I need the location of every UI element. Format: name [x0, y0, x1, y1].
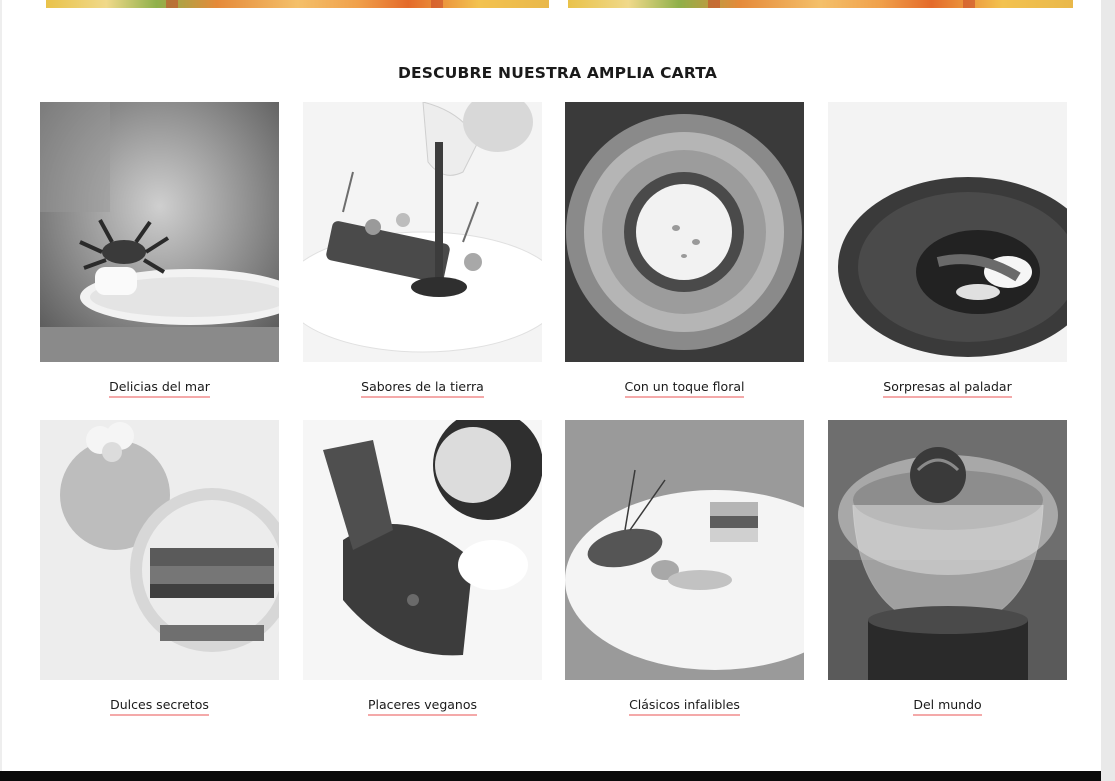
- category-card-delicias-del-mar[interactable]: Delicias del mar: [40, 102, 279, 398]
- scrollbar[interactable]: [1101, 0, 1115, 781]
- section-title: DESCUBRE NUESTRA AMPLIA CARTA: [397, 64, 718, 82]
- glass-bowl-photo[interactable]: [828, 420, 1067, 680]
- category-link[interactable]: Dulces secretos: [110, 697, 209, 716]
- category-link[interactable]: Con un toque floral: [624, 379, 745, 398]
- plated-meat-photo[interactable]: [565, 420, 804, 680]
- category-card-clasicos-infalibles[interactable]: Clásicos infalibles: [565, 420, 804, 716]
- category-card-dulces-secretos[interactable]: Dulces secretos: [40, 420, 279, 716]
- category-card-sabores-de-la-tierra[interactable]: Sabores de la tierra: [303, 102, 542, 398]
- chocolate-shell-photo[interactable]: [303, 420, 542, 680]
- footer-bar: [0, 771, 1101, 781]
- bowl-photo[interactable]: [828, 102, 1067, 362]
- sauce-pour-photo[interactable]: [303, 102, 542, 362]
- banner-image-right[interactable]: [568, 0, 1073, 8]
- category-card-del-mundo[interactable]: Del mundo: [828, 420, 1067, 716]
- category-link[interactable]: Clásicos infalibles: [629, 697, 740, 716]
- banner-image-left[interactable]: [46, 0, 549, 8]
- crab-dish-photo[interactable]: [40, 102, 279, 362]
- sunflower-photo[interactable]: [565, 102, 804, 362]
- dessert-spheres-photo[interactable]: [40, 420, 279, 680]
- category-card-sorpresas-al-paladar[interactable]: Sorpresas al paladar: [828, 102, 1067, 398]
- category-card-placeres-veganos[interactable]: Placeres veganos: [303, 420, 542, 716]
- category-link[interactable]: Sorpresas al paladar: [883, 379, 1012, 398]
- category-link[interactable]: Del mundo: [913, 697, 982, 716]
- category-link[interactable]: Sabores de la tierra: [361, 379, 484, 398]
- category-card-con-un-toque-floral[interactable]: Con un toque floral: [565, 102, 804, 398]
- category-link[interactable]: Placeres veganos: [367, 697, 478, 716]
- category-link[interactable]: Delicias del mar: [109, 379, 210, 398]
